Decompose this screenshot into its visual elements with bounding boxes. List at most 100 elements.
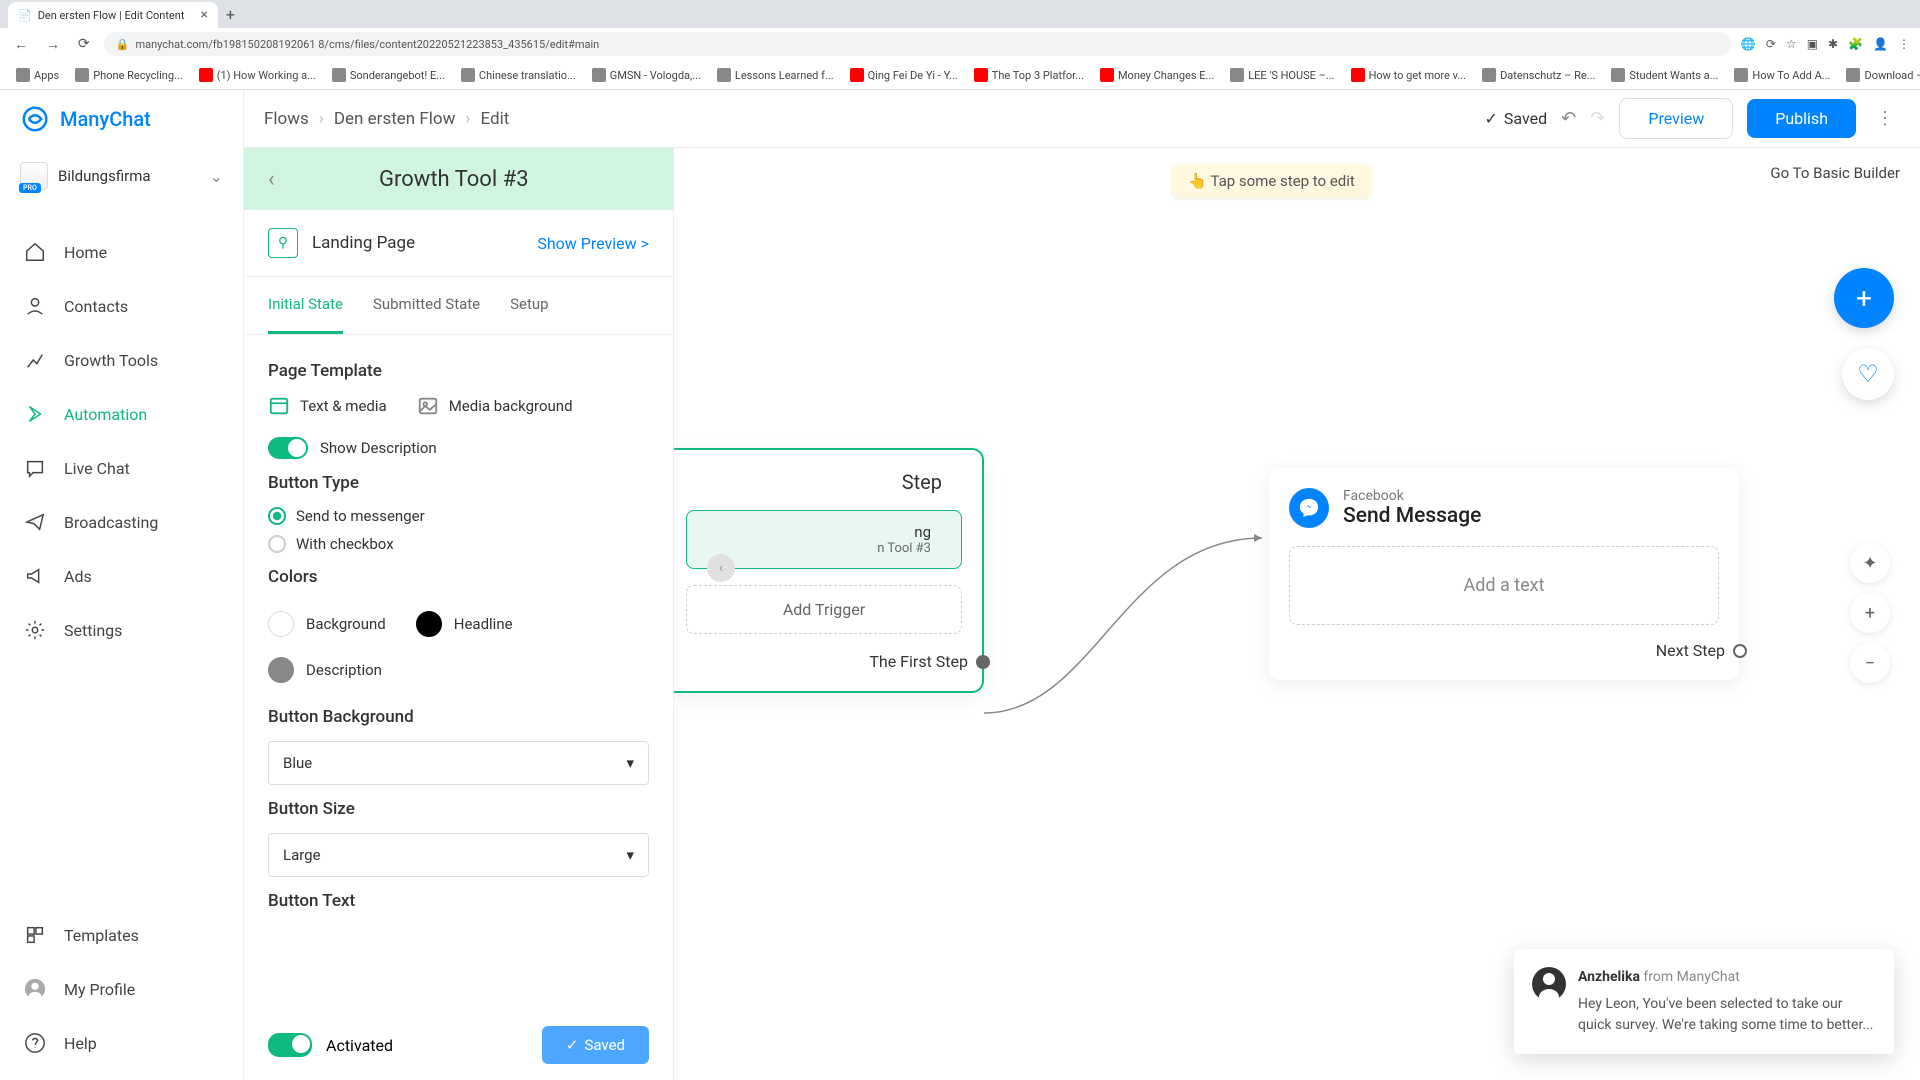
color-headline[interactable]: Headline	[416, 611, 513, 637]
node-channel: Facebook	[1343, 488, 1481, 504]
connector-line	[974, 488, 1274, 748]
hint-banner: 👆 Tap some step to edit	[1172, 164, 1370, 198]
nav-ads[interactable]: Ads	[0, 549, 243, 603]
puzzle-icon[interactable]: 🧩	[1848, 37, 1863, 51]
forward-icon[interactable]: →	[42, 36, 64, 53]
close-icon[interactable]: ×	[200, 7, 207, 23]
bookmark-item[interactable]: The Top 3 Platfor...	[968, 68, 1090, 82]
nav-live-chat[interactable]: Live Chat	[0, 441, 243, 495]
preview-button[interactable]: Preview	[1619, 98, 1733, 139]
bookmark-item[interactable]: Chinese translatio...	[455, 68, 582, 82]
prev-handle-icon[interactable]: ‹	[707, 554, 735, 582]
show-preview-link[interactable]: Show Preview >	[537, 234, 649, 253]
chat-sender: Anzhelika from ManyChat	[1578, 967, 1876, 988]
tab-initial-state[interactable]: Initial State	[268, 277, 343, 334]
sync-icon[interactable]: ⟳	[1766, 37, 1776, 51]
add-step-fab[interactable]: +	[1834, 268, 1894, 328]
help-icon	[24, 1032, 46, 1054]
bookmark-item[interactable]: Sonderangebot! E...	[326, 68, 451, 82]
starting-step-node[interactable]: Step ng n Tool #3 ‹ Add Trigger The Firs…	[664, 448, 984, 693]
show-description-toggle[interactable]	[268, 437, 308, 459]
section-button-background: Button Background	[268, 707, 649, 727]
add-text-button[interactable]: Add a text	[1289, 546, 1719, 625]
reload-icon[interactable]: ⟳	[74, 36, 94, 52]
nav-automation[interactable]: Automation	[0, 387, 243, 441]
add-trigger-button[interactable]: Add Trigger	[686, 585, 962, 634]
account-switcher[interactable]: PRO Bildungsfirma ⌄	[0, 148, 243, 205]
connection-handle-icon[interactable]	[976, 655, 990, 669]
redo-button[interactable]: ↷	[1590, 108, 1605, 129]
nav-home[interactable]: Home	[0, 225, 243, 279]
apps-button[interactable]: Apps	[10, 68, 65, 82]
translate-icon[interactable]: 🌐	[1741, 37, 1756, 51]
bookmark-item[interactable]: Student Wants a...	[1605, 68, 1724, 82]
tab-favicon: 📄	[18, 9, 32, 22]
bookmark-item[interactable]: LEE 'S HOUSE –...	[1224, 68, 1340, 82]
menu-icon[interactable]: ⋮	[1898, 37, 1910, 51]
bookmark-item[interactable]: Qing Fei De Yi - Y...	[844, 68, 964, 82]
video-icon[interactable]: ▣	[1807, 37, 1818, 51]
favorite-fab[interactable]: ♡	[1842, 348, 1894, 400]
nav-broadcasting[interactable]: Broadcasting	[0, 495, 243, 549]
chevron-down-icon: ▾	[626, 846, 634, 864]
send-message-node[interactable]: Facebook Send Message Add a text Next St…	[1269, 468, 1739, 680]
option-media-background[interactable]: Media background	[417, 395, 573, 417]
color-description[interactable]: Description	[268, 657, 382, 683]
account-avatar: PRO	[20, 162, 48, 190]
node-title: Step	[686, 470, 962, 494]
nav-growth-tools[interactable]: Growth Tools	[0, 333, 243, 387]
auto-layout-button[interactable]: ✦	[1850, 543, 1890, 583]
media-bg-icon	[417, 395, 439, 417]
nav-contacts[interactable]: Contacts	[0, 279, 243, 333]
logo[interactable]: ManyChat	[0, 90, 243, 148]
zoom-out-button[interactable]: −	[1850, 643, 1890, 683]
color-background[interactable]: Background	[268, 611, 386, 637]
nav-my-profile[interactable]: My Profile	[0, 962, 243, 1016]
star-icon[interactable]: ☆	[1786, 37, 1797, 51]
panel-back-button[interactable]: ‹	[268, 167, 275, 192]
go-to-basic-builder-link[interactable]: Go To Basic Builder	[1770, 164, 1900, 182]
chat-message-text: Hey Leon, You've been selected to take o…	[1578, 994, 1876, 1036]
extension-icon[interactable]: ✱	[1828, 37, 1838, 51]
bookmark-item[interactable]: (1) How Working a...	[193, 68, 322, 82]
text-media-icon	[268, 395, 290, 417]
crumb-flows[interactable]: Flows	[264, 109, 309, 129]
more-menu-button[interactable]: ⋮	[1870, 108, 1900, 129]
connection-handle-icon[interactable]	[1733, 644, 1747, 658]
saved-button[interactable]: ✓Saved	[542, 1026, 649, 1064]
check-icon: ✓	[566, 1036, 579, 1054]
select-button-size[interactable]: Large▾	[268, 833, 649, 877]
publish-button[interactable]: Publish	[1747, 99, 1856, 138]
nav-templates[interactable]: Templates	[0, 908, 243, 962]
browser-tab[interactable]: 📄 Den ersten Flow | Edit Content ×	[8, 2, 218, 28]
bookmark-item[interactable]: Download – Cooki...	[1840, 68, 1920, 82]
chat-notification[interactable]: Anzhelika from ManyChat Hey Leon, You've…	[1514, 949, 1894, 1054]
undo-button[interactable]: ↶	[1561, 108, 1576, 129]
bookmark-item[interactable]: Phone Recycling...	[69, 68, 188, 82]
radio-send-messenger[interactable]: Send to messenger	[268, 507, 649, 525]
manychat-logo-icon	[20, 104, 50, 134]
avatar-icon[interactable]: 👤	[1873, 37, 1888, 51]
bookmark-item[interactable]: Money Changes E...	[1094, 68, 1220, 82]
zoom-in-button[interactable]: +	[1850, 593, 1890, 633]
nav-settings[interactable]: Settings	[0, 603, 243, 657]
bookmark-item[interactable]: How To Add A...	[1728, 68, 1836, 82]
trigger-box[interactable]: ng n Tool #3 ‹	[686, 510, 962, 569]
select-button-background[interactable]: Blue▾	[268, 741, 649, 785]
new-tab-button[interactable]: +	[226, 5, 235, 24]
activated-toggle[interactable]	[268, 1033, 312, 1057]
url-field[interactable]: 🔒 manychat.com/fb198150208192061 8/cms/f…	[104, 32, 1731, 56]
back-icon[interactable]: ←	[10, 36, 32, 53]
radio-with-checkbox[interactable]: With checkbox	[268, 535, 649, 553]
bookmark-item[interactable]: Lessons Learned f...	[711, 68, 840, 82]
nav-help[interactable]: Help	[0, 1016, 243, 1070]
crumb-flow-name[interactable]: Den ersten Flow	[334, 109, 456, 129]
tab-submitted-state[interactable]: Submitted State	[373, 277, 480, 334]
bookmark-item[interactable]: Datenschutz – Re...	[1476, 68, 1601, 82]
chevron-down-icon: ⌄	[210, 167, 223, 186]
chevron-right-icon: ›	[465, 109, 470, 129]
bookmark-item[interactable]: How to get more v...	[1345, 68, 1473, 82]
option-text-media[interactable]: Text & media	[268, 395, 387, 417]
tab-setup[interactable]: Setup	[510, 277, 548, 334]
bookmark-item[interactable]: GMSN - Vologda,...	[586, 68, 707, 82]
